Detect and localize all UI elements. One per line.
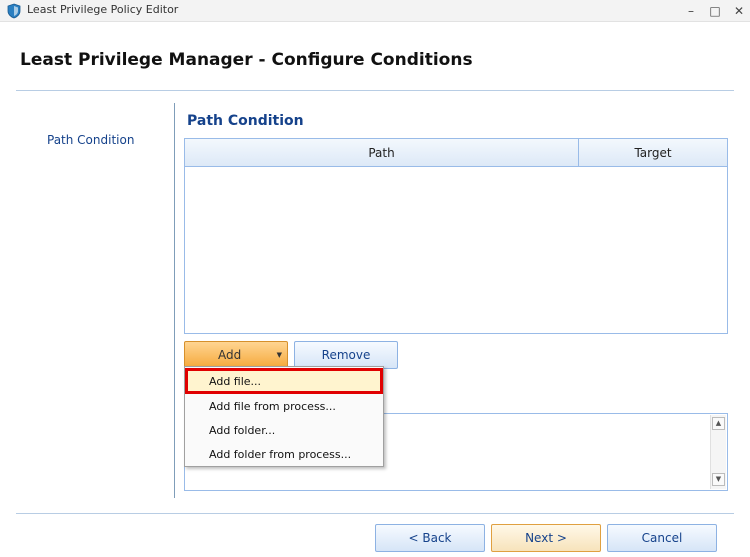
minimize-button[interactable]: – (680, 1, 702, 21)
close-button[interactable]: ✕ (728, 1, 750, 21)
footer-divider (16, 513, 734, 514)
section-title: Path Condition (187, 113, 304, 129)
menu-item-add-file[interactable]: Add file... (185, 371, 383, 393)
window-title: Least Privilege Policy Editor (27, 3, 179, 16)
column-header-target[interactable]: Target (579, 139, 727, 167)
caret-down-icon: ▼ (276, 351, 282, 359)
scroll-down-icon[interactable]: ▼ (712, 473, 725, 486)
menu-item-add-file-from-process[interactable]: Add file from process... (185, 396, 383, 418)
nav-item-path-condition[interactable]: Path Condition (47, 133, 134, 147)
next-button[interactable]: Next > (491, 524, 601, 552)
window-titlebar: Least Privilege Policy Editor – □ ✕ (0, 0, 750, 22)
nav-divider (174, 103, 175, 498)
maximize-button[interactable]: □ (704, 1, 726, 21)
scroll-up-icon[interactable]: ▲ (712, 417, 725, 430)
menu-item-add-folder[interactable]: Add folder... (185, 420, 383, 442)
cancel-button[interactable]: Cancel (607, 524, 717, 552)
column-header-path[interactable]: Path (185, 139, 579, 167)
remove-button[interactable]: Remove (294, 341, 398, 369)
page-title: Least Privilege Manager - Configure Cond… (20, 50, 473, 70)
add-dropdown-menu: Add file... Add file from process... Add… (184, 366, 384, 467)
add-button[interactable]: Add ▼ (184, 341, 288, 369)
menu-item-add-folder-from-process[interactable]: Add folder from process... (185, 444, 383, 466)
add-button-label: Add (218, 348, 242, 362)
path-grid[interactable]: Path Target (184, 138, 728, 334)
header-divider (16, 90, 734, 91)
back-button[interactable]: < Back (375, 524, 485, 552)
description-scrollbar[interactable]: ▲ ▼ (710, 415, 726, 489)
shield-icon (7, 3, 21, 19)
